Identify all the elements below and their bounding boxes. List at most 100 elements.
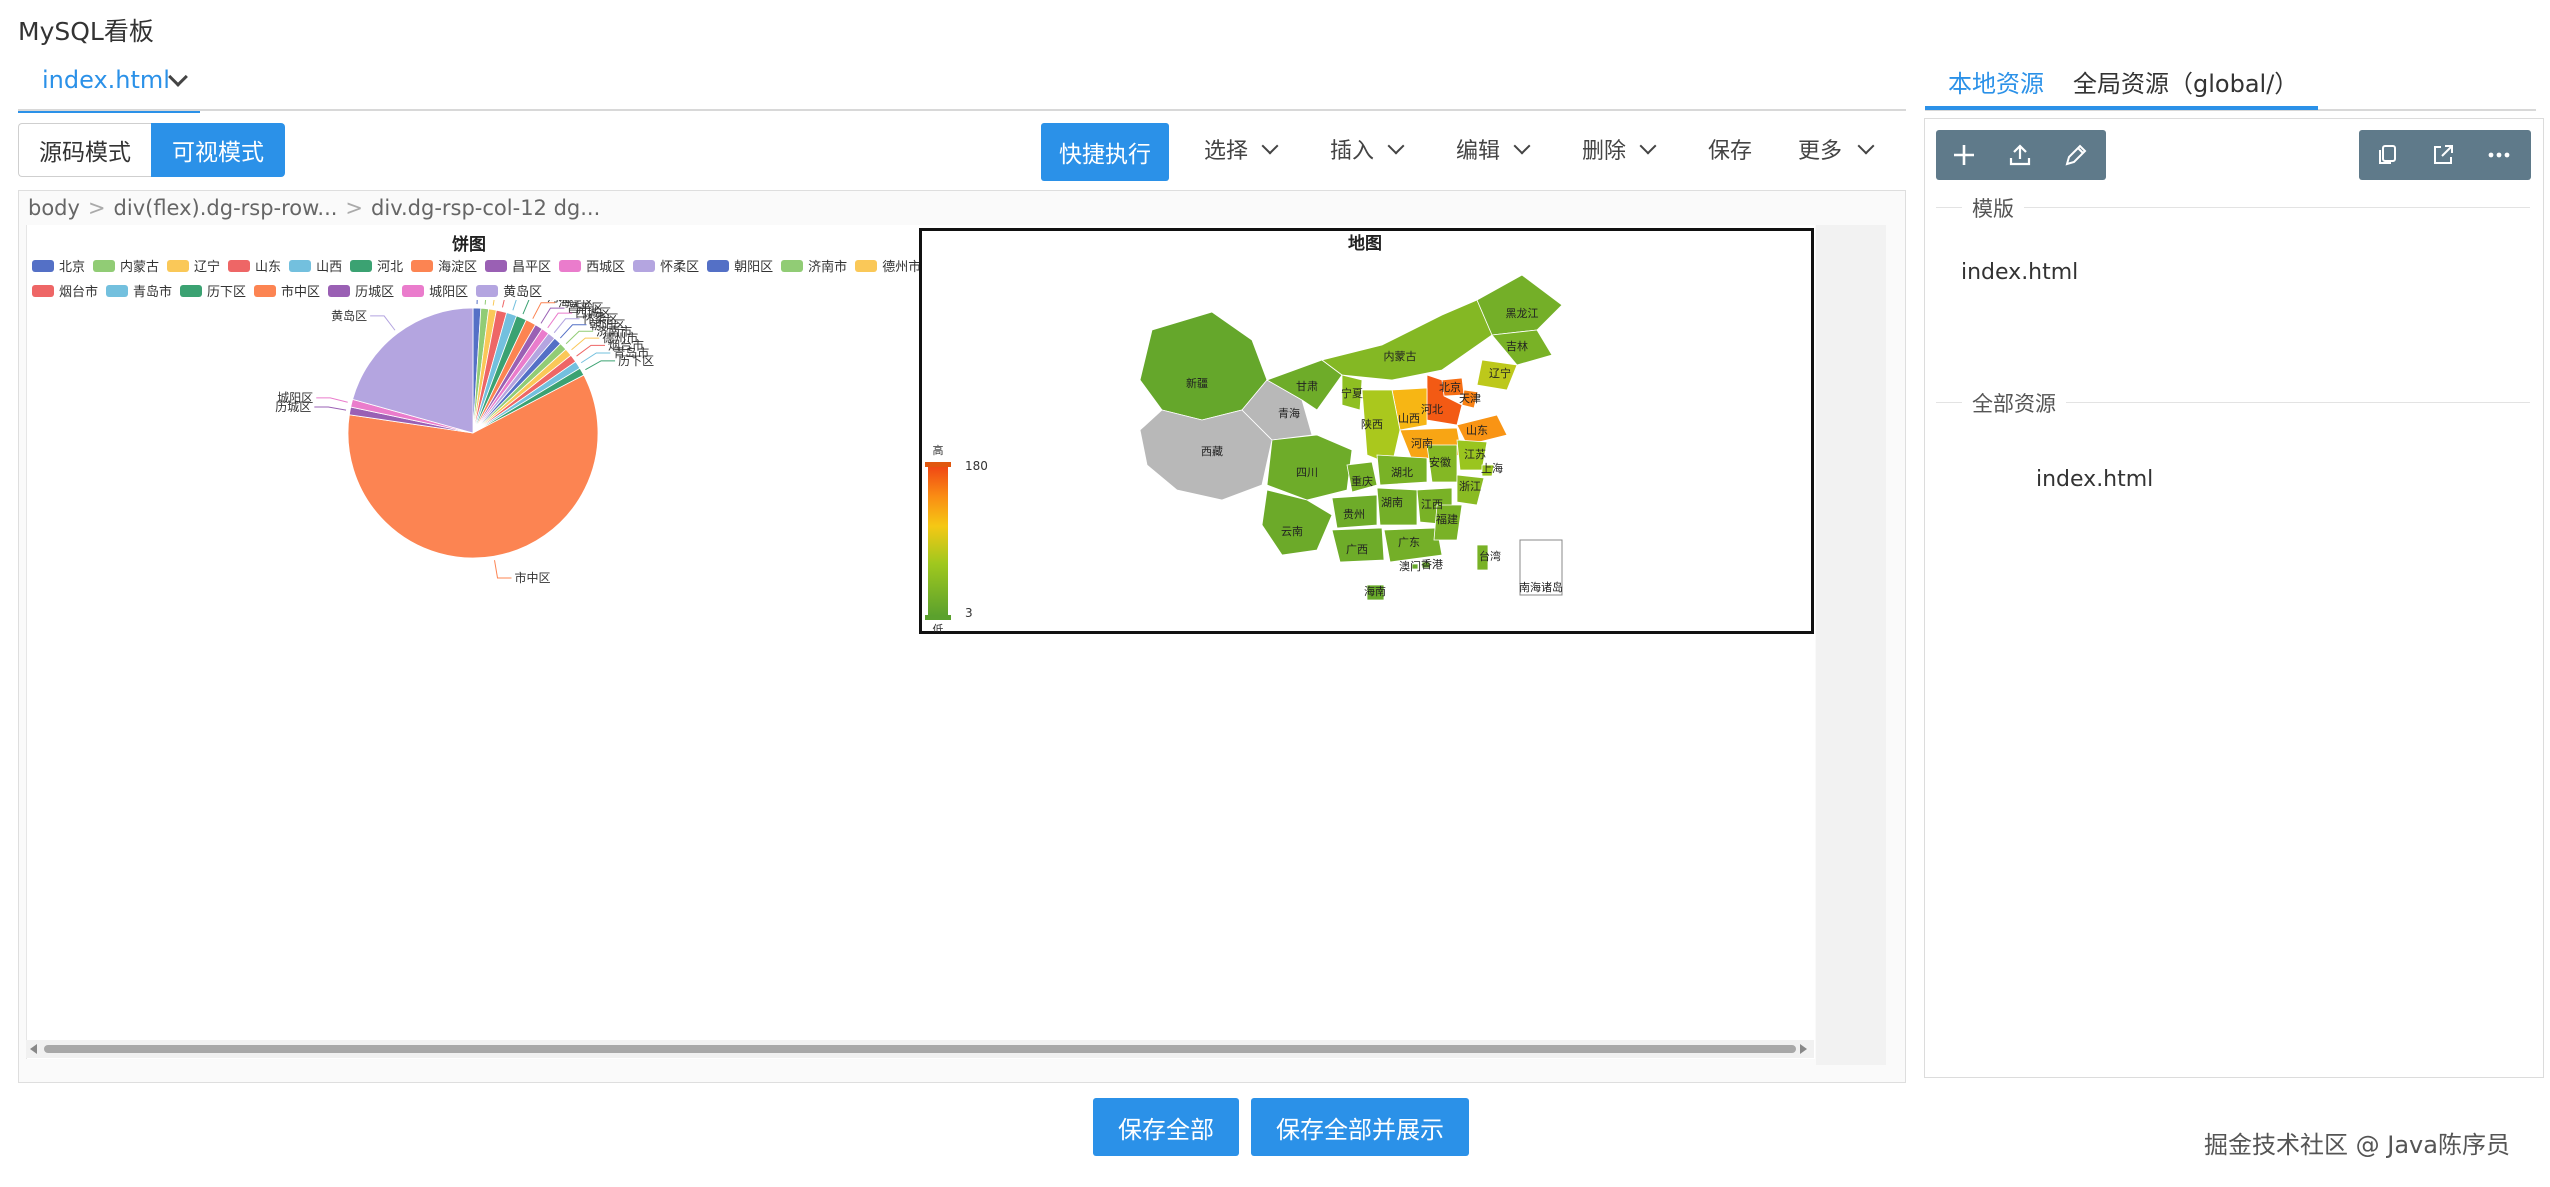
edit-icon[interactable]	[2048, 130, 2104, 180]
map-region-label: 天津	[1459, 392, 1481, 405]
map-region-label: 台湾	[1479, 549, 1501, 563]
chevron-down-icon	[1387, 137, 1405, 155]
visual-map-handle[interactable]	[925, 615, 951, 620]
visual-map-handle[interactable]	[925, 462, 951, 467]
legend-swatch	[350, 259, 373, 272]
legend-label: 北京	[59, 260, 86, 275]
map-region-label: 甘肃	[1296, 380, 1318, 393]
more-icon[interactable]	[2471, 130, 2527, 180]
map-region-label: 云南	[1281, 525, 1303, 538]
more-menu-label: 更多	[1798, 139, 1843, 164]
active-tab-indicator	[1925, 106, 2318, 110]
insert-menu[interactable]: 插入	[1330, 133, 1405, 167]
map-region-label: 贵州	[1343, 508, 1365, 521]
more-menu[interactable]: 更多	[1798, 133, 1875, 167]
open-external-icon[interactable]	[2415, 130, 2471, 180]
legend-swatch	[328, 284, 351, 297]
file-tab-index[interactable]: index.html	[18, 60, 200, 113]
legend-item[interactable]: 济南市	[781, 256, 847, 275]
upload-icon[interactable]	[1992, 130, 2048, 180]
delete-menu[interactable]: 删除	[1582, 133, 1657, 167]
pie-legend: 北京 内蒙古 辽宁 山东 山西 河北 海淀区 昌平区 西城区 怀柔区 朝阳区 济南市 德州市烟台市 青岛市…	[32, 256, 922, 306]
pie-slice-label: 城阳区	[277, 391, 313, 405]
legend-item[interactable]: 市中区	[254, 281, 320, 300]
legend-item[interactable]: 青岛市	[106, 281, 172, 300]
legend-swatch	[485, 259, 508, 272]
breadcrumb-item[interactable]: div.dg-rsp-col-12 dg...	[371, 196, 600, 220]
legend-row: 北京 内蒙古 辽宁 山东 山西 河北 海淀区 昌平区 西城区 怀柔区 朝阳区 济南市 德州市	[32, 256, 929, 275]
legend-item[interactable]: 辽宁	[167, 256, 220, 275]
source-mode-button[interactable]: 源码模式	[18, 123, 151, 177]
legend-swatch	[402, 284, 425, 297]
chevron-down-icon	[1513, 137, 1531, 155]
map-region-label: 新疆	[1186, 376, 1208, 390]
chevron-down-icon[interactable]	[168, 67, 188, 87]
save-all-show-button[interactable]: 保存全部并展示	[1251, 1098, 1469, 1156]
legend-label: 昌平区	[512, 260, 552, 275]
resource-file-item[interactable]: index.html	[2036, 467, 2153, 492]
map-region-label: 山东	[1466, 424, 1488, 437]
quick-exec-button[interactable]: 快捷执行	[1041, 123, 1169, 181]
map-region-label: 重庆	[1351, 474, 1373, 488]
legend-item[interactable]: 历城区	[328, 281, 394, 300]
legend-item[interactable]: 朝阳区	[707, 256, 773, 275]
legend-item[interactable]: 怀柔区	[633, 256, 699, 275]
map-region[interactable]	[1476, 274, 1563, 336]
legend-item[interactable]: 海淀区	[411, 256, 477, 275]
vertical-scrollbar[interactable]	[1816, 225, 1886, 1065]
legend-item[interactable]: 西城区	[559, 256, 625, 275]
legend-item[interactable]: 内蒙古	[93, 256, 159, 275]
pie-chart-title: 饼图	[452, 235, 486, 255]
tab-global-resources[interactable]: 全局资源（global/）	[2073, 64, 2298, 99]
legend-item[interactable]: 历下区	[180, 281, 246, 300]
copy-icon[interactable]	[2359, 130, 2415, 180]
select-menu-label: 选择	[1204, 139, 1249, 164]
legend-label: 历下区	[207, 285, 247, 300]
legend-label: 烟台市	[59, 285, 99, 300]
visual-map-high-label: 高	[933, 443, 944, 457]
breadcrumb-item[interactable]: body	[28, 196, 80, 220]
legend-item[interactable]: 山东	[228, 256, 281, 275]
edit-menu-label: 编辑	[1456, 139, 1501, 164]
scroll-left-icon[interactable]	[30, 1044, 37, 1054]
select-menu[interactable]: 选择	[1204, 133, 1279, 167]
map-region[interactable]	[1321, 299, 1493, 381]
edit-menu[interactable]: 编辑	[1456, 133, 1531, 167]
legend-item[interactable]: 昌平区	[485, 256, 551, 275]
visual-map-bar[interactable]	[928, 466, 948, 616]
visual-map-min-value: 3	[965, 606, 973, 620]
map-region-label: 北京	[1439, 380, 1461, 394]
resource-tools-right	[2359, 130, 2531, 180]
breadcrumb-item[interactable]: div(flex).dg-rsp-row...	[114, 196, 338, 220]
map-region-label: 黑龙江	[1506, 307, 1539, 320]
map-region-label: 内蒙古	[1384, 349, 1417, 363]
legend-item[interactable]: 黄岛区	[476, 281, 542, 300]
scrollbar-thumb[interactable]	[44, 1045, 1796, 1053]
legend-item[interactable]: 烟台市	[32, 281, 98, 300]
legend-label: 辽宁	[194, 260, 221, 275]
scroll-right-icon[interactable]	[1800, 1044, 1807, 1054]
map-region-label: 江西	[1421, 498, 1443, 511]
south-sea-inset-label: 南海诸岛	[1519, 580, 1563, 594]
map-region-label: 广西	[1346, 543, 1368, 556]
legend-item[interactable]: 北京	[32, 256, 85, 275]
save-all-button[interactable]: 保存全部	[1093, 1098, 1239, 1156]
legend-item[interactable]: 德州市	[855, 256, 921, 275]
legend-item[interactable]: 城阳区	[402, 281, 468, 300]
legend-label: 济南市	[808, 260, 848, 275]
map-region[interactable]	[1261, 489, 1333, 556]
template-file-item[interactable]: index.html	[1961, 260, 2078, 285]
legend-item[interactable]: 山西	[289, 256, 342, 275]
map-region-label: 陕西	[1361, 417, 1383, 431]
map-region-label: 香港	[1421, 558, 1443, 571]
label-leader-line	[532, 302, 556, 319]
legend-item[interactable]: 河北	[350, 256, 403, 275]
map-region-label: 海南	[1364, 584, 1386, 598]
label-leader-line	[476, 300, 478, 305]
tab-local-resources[interactable]: 本地资源	[1948, 64, 2044, 99]
add-icon[interactable]	[1936, 130, 1992, 180]
label-leader-line	[576, 344, 606, 357]
visual-mode-button[interactable]: 可视模式	[151, 123, 285, 177]
legend-swatch	[180, 284, 203, 297]
save-button[interactable]: 保存	[1708, 133, 1752, 167]
